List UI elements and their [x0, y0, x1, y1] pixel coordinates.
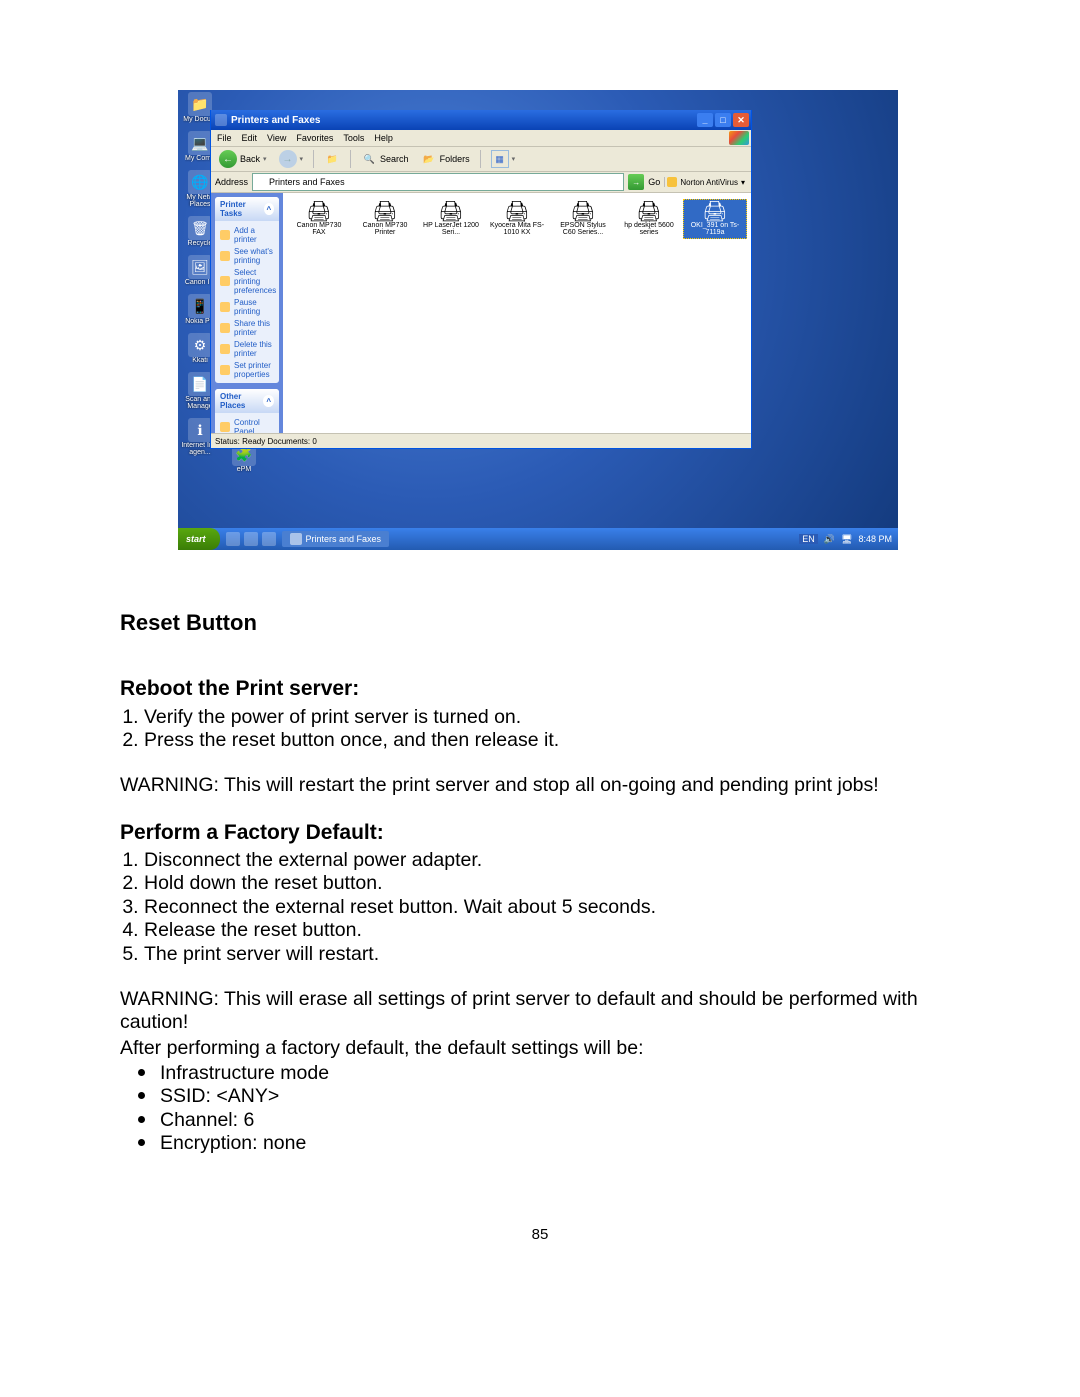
- task-pause[interactable]: Pause printing: [220, 296, 274, 317]
- printer-item[interactable]: 🖨Kyocera Mita FS-1010 KX: [485, 199, 549, 239]
- printers-list: 🖨Canon MP730 FAX 🖨Canon MP730 Printer 🖨H…: [283, 193, 751, 433]
- collapse-icon[interactable]: ^: [263, 395, 274, 407]
- window-title: Printers and Faxes: [231, 115, 320, 126]
- taskbar: start Printers and Faxes EN 🔊 🖥 8:48 PM: [178, 528, 898, 550]
- close-button[interactable]: ✕: [733, 113, 749, 127]
- list-item: Reconnect the external reset button. Wai…: [144, 896, 960, 919]
- printer-icon: 🖨: [636, 202, 661, 222]
- tasks-sidebar: Printer Tasks^ Add a printer See what's …: [211, 193, 283, 433]
- window-titlebar[interactable]: Printers and Faxes _ □ ✕: [211, 110, 751, 130]
- system-tray[interactable]: EN 🔊 🖥 8:48 PM: [799, 534, 898, 545]
- tray-icon[interactable]: 🔊: [824, 534, 835, 545]
- address-bar: Address → Go Norton AntiVirus ▾: [211, 172, 751, 193]
- search-button[interactable]: 🔍Search: [357, 149, 413, 169]
- menu-file[interactable]: File: [217, 133, 232, 143]
- quick-launch[interactable]: [226, 532, 276, 546]
- heading-reset-button: Reset Button: [120, 610, 960, 636]
- factory-steps: Disconnect the external power adapter. H…: [120, 849, 960, 966]
- printer-item[interactable]: 🖨EPSON Stylus C60 Series...: [551, 199, 615, 239]
- minimize-button[interactable]: _: [697, 113, 713, 127]
- other-places-panel: Other Places^ Control Panel Scanners and…: [215, 389, 279, 433]
- go-label: Go: [648, 177, 660, 187]
- printer-icon: 🖨: [702, 202, 727, 222]
- toolbar: ←Back▾ →▾ 📁 🔍Search 📂Folders ▦▾: [211, 147, 751, 172]
- language-indicator[interactable]: EN: [799, 534, 818, 544]
- menu-favorites[interactable]: Favorites: [296, 133, 333, 143]
- warning-factory: WARNING: This will erase all settings of…: [120, 988, 960, 1035]
- taskbar-item[interactable]: Printers and Faxes: [282, 531, 390, 547]
- printer-item-selected[interactable]: 🖨OKI_391 on Ts-7119a: [683, 199, 747, 239]
- start-button[interactable]: start: [178, 528, 220, 550]
- menu-tools[interactable]: Tools: [343, 133, 364, 143]
- list-item: Press the reset button once, and then re…: [144, 729, 960, 752]
- views-button[interactable]: ▦▾: [487, 148, 520, 170]
- defaults-list: Infrastructure mode SSID: <ANY> Channel:…: [120, 1062, 960, 1156]
- norton-toolbar[interactable]: Norton AntiVirus ▾: [664, 177, 747, 187]
- printer-icon: 🖨: [372, 202, 397, 222]
- screenshot-desktop: 📁My Docu... 💻My Comp 🌐My Netw Places 🗑Re…: [178, 90, 898, 550]
- panel-header: Other Places: [220, 392, 263, 410]
- up-button[interactable]: 📁: [320, 149, 344, 169]
- task-see-printing[interactable]: See what's printing: [220, 245, 274, 266]
- menu-edit[interactable]: Edit: [242, 133, 258, 143]
- clock[interactable]: 8:48 PM: [858, 534, 892, 544]
- folders-button[interactable]: 📂Folders: [417, 149, 474, 169]
- task-properties[interactable]: Set printer properties: [220, 359, 274, 380]
- printers-window: Printers and Faxes _ □ ✕ File Edit View …: [210, 110, 752, 449]
- printer-icon: 🖨: [438, 202, 463, 222]
- task-add-printer[interactable]: Add a printer: [220, 224, 274, 245]
- windows-flag-icon: [729, 131, 749, 145]
- window-icon: [215, 114, 227, 126]
- printer-item[interactable]: 🖨Canon MP730 FAX: [287, 199, 351, 239]
- address-label: Address: [215, 177, 248, 187]
- warning-reboot: WARNING: This will restart the print ser…: [120, 774, 960, 797]
- menu-view[interactable]: View: [267, 133, 286, 143]
- list-item: Infrastructure mode: [160, 1062, 960, 1085]
- tray-icon[interactable]: 🖥: [841, 534, 852, 545]
- after-factory: After performing a factory default, the …: [120, 1037, 960, 1060]
- list-item: Disconnect the external power adapter.: [144, 849, 960, 872]
- printer-icon: 🖨: [504, 202, 529, 222]
- printer-item[interactable]: 🖨hp deskjet 5600 series: [617, 199, 681, 239]
- reboot-steps: Verify the power of print server is turn…: [120, 706, 960, 753]
- printer-icon: 🖨: [570, 202, 595, 222]
- task-share[interactable]: Share this printer: [220, 317, 274, 338]
- document-body: Reset Button Reboot the Print server Ver…: [120, 610, 960, 1244]
- list-item: Encryption: none: [160, 1132, 960, 1155]
- task-preferences[interactable]: Select printing preferences: [220, 266, 274, 296]
- list-item: Verify the power of print server is turn…: [144, 706, 960, 729]
- status-bar: Status: Ready Documents: 0: [211, 433, 751, 448]
- forward-button[interactable]: →▾: [275, 148, 308, 170]
- printer-item[interactable]: 🖨HP LaserJet 1200 Seri...: [419, 199, 483, 239]
- list-item: SSID: <ANY>: [160, 1085, 960, 1108]
- address-input[interactable]: [252, 173, 624, 191]
- page-number: 85: [120, 1226, 960, 1244]
- list-item: Channel: 6: [160, 1109, 960, 1132]
- heading-reboot: Reboot the Print server: [120, 676, 960, 701]
- place-control-panel[interactable]: Control Panel: [220, 416, 274, 433]
- go-button[interactable]: →: [628, 174, 644, 190]
- printer-icon: 🖨: [306, 202, 331, 222]
- heading-factory: Perform a Factory Default: [120, 820, 960, 845]
- task-delete[interactable]: Delete this printer: [220, 338, 274, 359]
- list-item: Hold down the reset button.: [144, 872, 960, 895]
- menubar: File Edit View Favorites Tools Help: [211, 130, 751, 147]
- back-button[interactable]: ←Back▾: [215, 148, 271, 170]
- collapse-icon[interactable]: ^: [264, 203, 274, 215]
- panel-header: Printer Tasks: [220, 200, 264, 218]
- printer-item[interactable]: 🖨Canon MP730 Printer: [353, 199, 417, 239]
- list-item: Release the reset button.: [144, 919, 960, 942]
- maximize-button[interactable]: □: [715, 113, 731, 127]
- list-item: The print server will restart.: [144, 943, 960, 966]
- printer-tasks-panel: Printer Tasks^ Add a printer See what's …: [215, 197, 279, 383]
- menu-help[interactable]: Help: [374, 133, 393, 143]
